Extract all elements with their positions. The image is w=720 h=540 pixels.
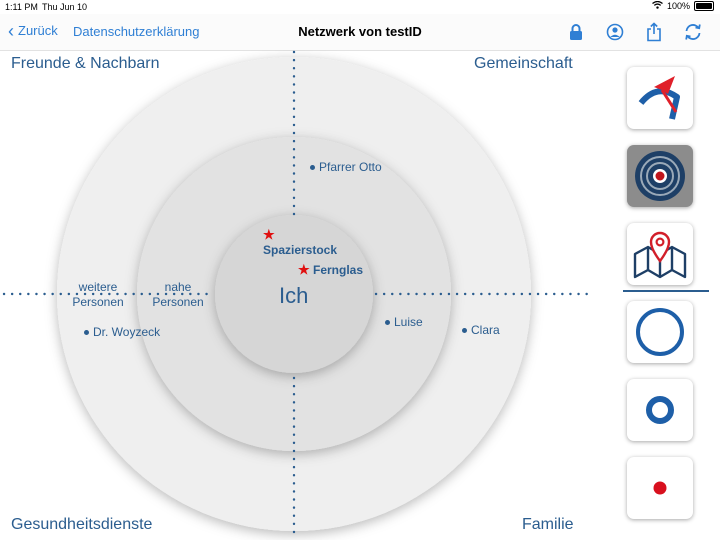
refresh-icon[interactable] (680, 20, 706, 44)
status-date: Thu Jun 10 (42, 2, 88, 12)
nav-actions (563, 20, 706, 44)
status-time: 1:11 PM (5, 2, 38, 12)
item-spazierstock[interactable]: ★ Spazierstock (263, 227, 337, 257)
map-pin-icon (633, 231, 687, 279)
logo-icon (638, 76, 680, 120)
person-dot (385, 320, 390, 326)
quadrant-friends: Freunde & Nachbarn (11, 55, 160, 72)
ring-label-outer: weitere Personen (70, 280, 126, 310)
sidebar-divider (623, 290, 709, 292)
ring-label-inner-line1: nahe (164, 280, 192, 294)
item-fernglas-label: Fernglas (313, 263, 364, 277)
inner-dot-button[interactable] (627, 457, 693, 519)
quadrant-family: Familie (522, 516, 574, 533)
center-label: Ich (279, 283, 309, 308)
back-label: Zurück (18, 23, 58, 38)
person-luise[interactable]: Luise (385, 315, 423, 329)
ring-label-inner: nahe Personen (148, 280, 208, 310)
navigation-bar: ‹ Zurück Datenschutzerklärung Netzwerk v… (0, 14, 720, 51)
privacy-link[interactable]: Datenschutzerklärung (73, 24, 199, 39)
sidebar-toolbar (620, 50, 720, 540)
person-woyzeck-label: Dr. Woyzeck (93, 325, 161, 339)
quadrant-community: Gemeinschaft (474, 55, 573, 72)
item-spazierstock-label: Spazierstock (263, 243, 338, 257)
star-icon: ★ (263, 227, 275, 242)
person-clara[interactable]: Clara (462, 323, 500, 337)
target-icon (635, 151, 685, 201)
person-dot (310, 165, 315, 171)
small-dot-icon (653, 481, 667, 495)
status-right: 100% (652, 0, 714, 11)
user-circle-icon[interactable] (602, 20, 628, 44)
middle-circle-button[interactable] (627, 379, 693, 441)
logo-button[interactable] (627, 67, 693, 129)
back-button[interactable]: ‹ Zurück (8, 20, 58, 41)
map-button[interactable] (627, 223, 693, 285)
person-woyzeck[interactable]: Dr. Woyzeck (84, 325, 160, 339)
lock-icon[interactable] (563, 20, 589, 44)
item-fernglas[interactable]: ★ Fernglas (298, 262, 363, 278)
person-clara-label: Clara (471, 323, 500, 337)
share-icon[interactable] (641, 20, 667, 44)
person-dot (84, 330, 89, 336)
battery-icon (694, 1, 714, 11)
quadrant-health: Gesundheitsdienste (11, 516, 153, 533)
ring-label-outer-line2: Personen (72, 295, 124, 309)
chevron-left-icon: ‹ (8, 20, 14, 41)
network-view[interactable]: Freunde & Nachbarn Gemeinschaft Gesundhe… (0, 50, 620, 540)
person-luise-label: Luise (394, 315, 423, 329)
ring-label-inner-line2: Personen (152, 295, 204, 309)
person-pfarrer[interactable]: Pfarrer Otto (310, 160, 382, 174)
wifi-icon (652, 0, 663, 11)
person-dot (462, 328, 467, 334)
star-icon: ★ (298, 262, 310, 277)
large-ring-icon (636, 308, 684, 356)
ring-label-outer-line1: weitere (78, 280, 118, 294)
person-pfarrer-label: Pfarrer Otto (319, 160, 382, 174)
network-view-button[interactable] (627, 145, 693, 207)
medium-ring-icon (646, 396, 674, 424)
outer-circle-button[interactable] (627, 301, 693, 363)
status-bar: 1:11 PM Thu Jun 10 100% (0, 0, 720, 14)
battery-percent: 100% (666, 1, 690, 11)
